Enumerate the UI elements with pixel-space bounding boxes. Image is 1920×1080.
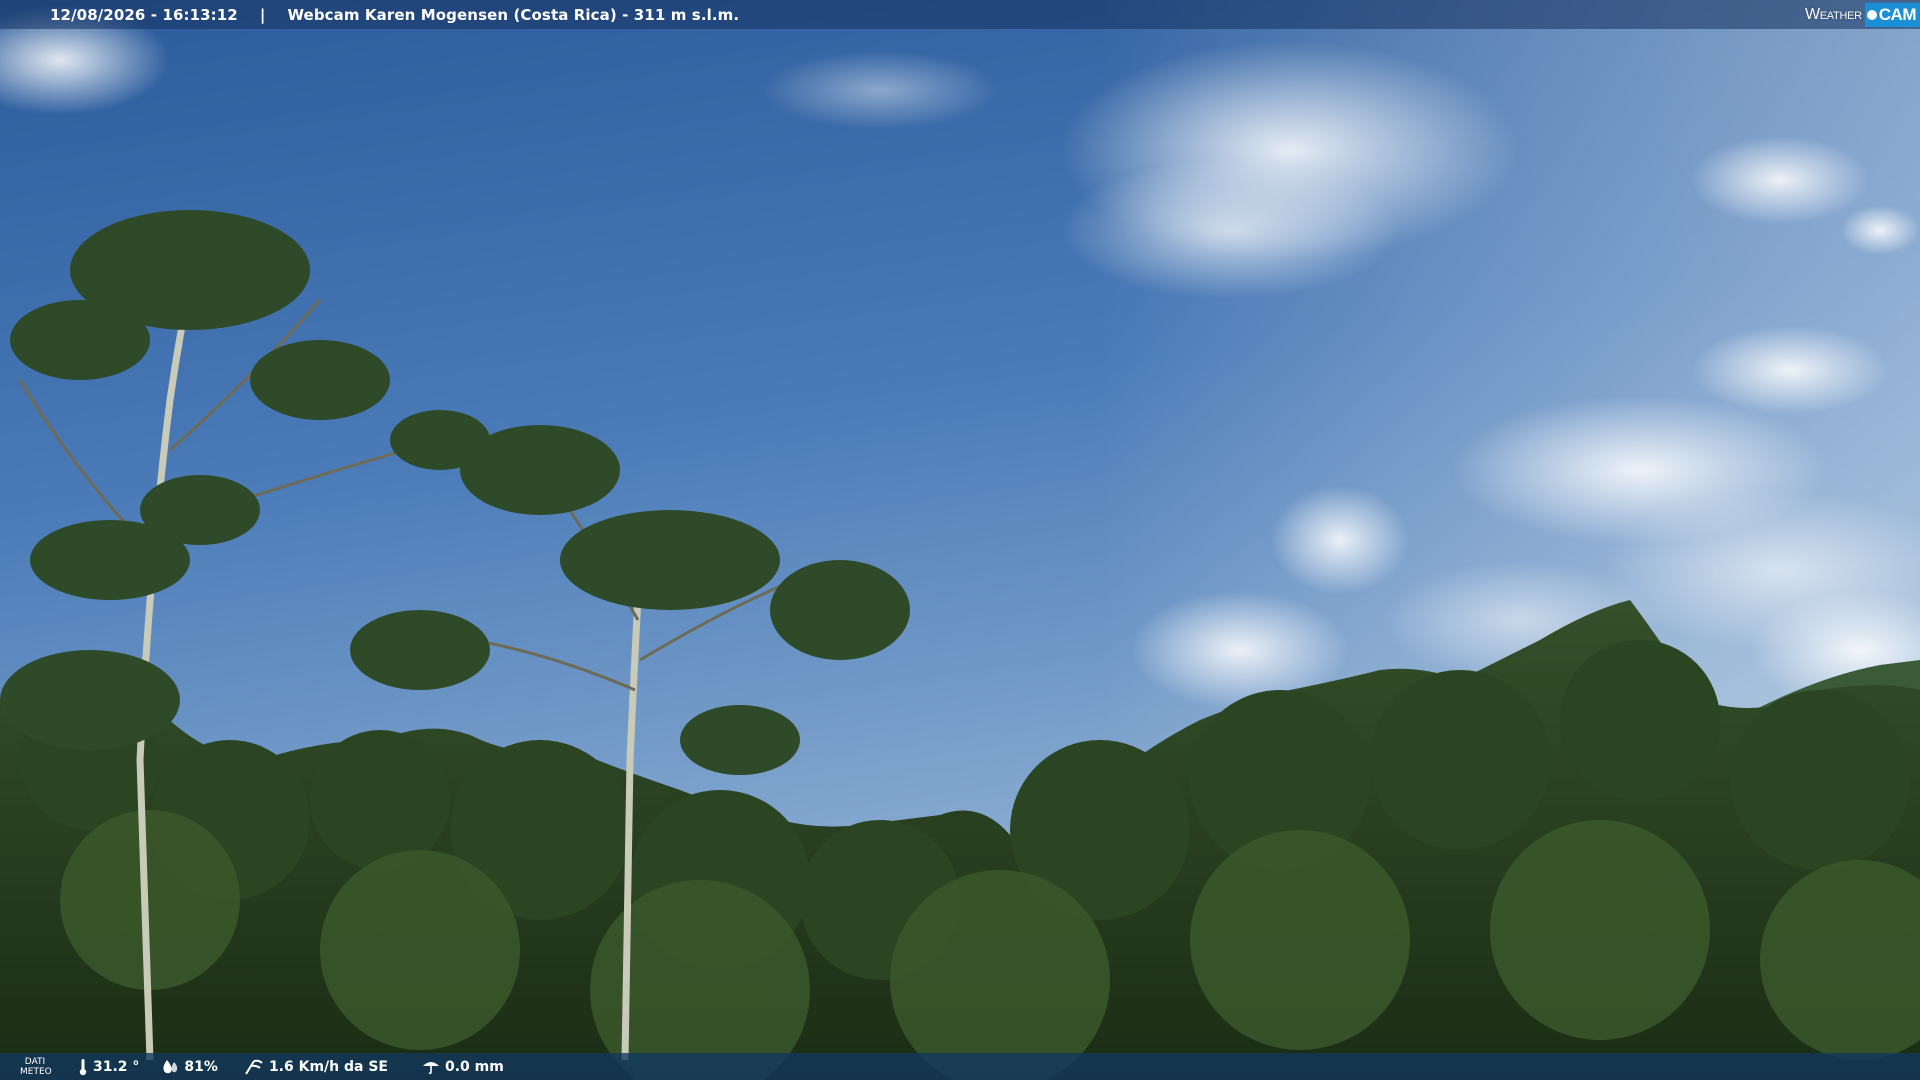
weathercam-logo[interactable]: Weather CAM xyxy=(1805,0,1920,29)
separator: | xyxy=(259,5,266,24)
rain-icon xyxy=(422,1059,440,1075)
logo-cam-text: CAM xyxy=(1878,4,1917,24)
wind-value: 1.6 Km/h da SE xyxy=(268,1058,388,1075)
timestamp: 12/08/2026 - 16:13:12 xyxy=(50,5,238,24)
temperature-value: 31.2 ° xyxy=(93,1058,140,1075)
temperature-reading: 31.2 ° xyxy=(78,1058,139,1076)
landscape-scene xyxy=(0,0,1920,1080)
wind-reading: 1.6 Km/h da SE xyxy=(244,1058,388,1076)
humidity-drop-icon xyxy=(161,1059,179,1075)
wind-icon xyxy=(244,1058,264,1076)
meteo-label: DATI METEO xyxy=(20,1056,52,1077)
thermometer-icon xyxy=(78,1058,88,1076)
webcam-image xyxy=(0,0,1920,1080)
rain-value: 0.0 mm xyxy=(445,1058,504,1075)
logo-dot-icon xyxy=(1866,9,1877,20)
webcam-info-bar: 12/08/2026 - 16:13:12 | Webcam Karen Mog… xyxy=(0,0,1920,29)
logo-cam-box: CAM xyxy=(1864,2,1920,27)
humidity-value: 81% xyxy=(184,1058,218,1075)
rain-reading: 0.0 mm xyxy=(422,1059,504,1075)
logo-weather-text: Weather xyxy=(1804,5,1862,23)
webcam-title: Webcam Karen Mogensen (Costa Rica) - 311… xyxy=(287,5,740,24)
meteo-data-bar: DATI METEO 31.2 ° 81% 1.6 Km/h da SE 0.0… xyxy=(0,1053,1920,1080)
humidity-reading: 81% xyxy=(161,1059,218,1075)
